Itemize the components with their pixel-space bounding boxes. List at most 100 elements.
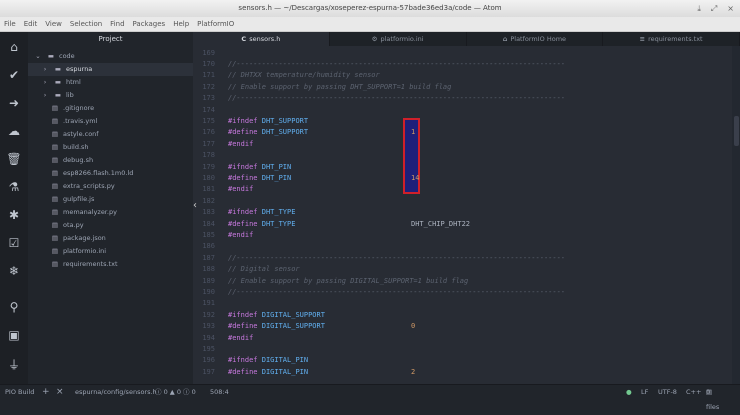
menu-help[interactable]: Help: [173, 17, 189, 31]
menu-view[interactable]: View: [45, 17, 62, 31]
tree-item[interactable]: ▤ extra_scripts.py: [28, 180, 193, 193]
tree-root-folder[interactable]: ⌄ ▬ code: [28, 50, 193, 63]
line-number: 189: [202, 276, 215, 285]
collapse-panel-icon[interactable]: ‹: [193, 200, 197, 211]
tree-item[interactable]: › ▬ lib: [28, 89, 193, 102]
code-line: 191: [193, 298, 740, 309]
terminal-icon[interactable]: ▣: [0, 328, 28, 342]
file-icon: ▤: [51, 247, 59, 255]
code-line: 194 #endif: [193, 333, 740, 344]
pio-build-button[interactable]: PIO Build: [5, 385, 34, 400]
cloud-upload-icon[interactable]: ☁: [0, 124, 28, 138]
line-number: 175: [202, 116, 215, 125]
macro-value: 1: [411, 128, 416, 137]
file-path[interactable]: espurna/config/sensors.h: [75, 385, 157, 400]
preprocessor-keyword: #define: [228, 367, 258, 376]
comment: //--------------------------------------…: [228, 94, 566, 103]
code-line: 196 #ifndef DIGITAL_PIN: [193, 355, 740, 366]
line-ending[interactable]: LF: [641, 385, 648, 400]
macro-name: DIGITAL_SUPPORT: [261, 310, 325, 319]
plug-icon[interactable]: ⏚: [0, 356, 28, 373]
search-icon[interactable]: ⚲: [0, 300, 28, 314]
line-number: 181: [202, 185, 215, 194]
comment: // DHTXX temperature/humidity sensor: [228, 71, 380, 80]
code-editor[interactable]: 169 170 //--------------------------------…: [193, 46, 740, 384]
cursor-position[interactable]: 508:4: [210, 385, 229, 400]
tree-item[interactable]: › ▬ html: [28, 76, 193, 89]
tree-item[interactable]: ▤ ota.py: [28, 219, 193, 232]
tab-icon: ⌂: [502, 35, 508, 43]
code-line: 186: [193, 241, 740, 252]
chevron-right-icon: ›: [43, 91, 47, 99]
file-icon: ▤: [51, 208, 59, 216]
tree-item[interactable]: ▤ .travis.yml: [28, 115, 193, 128]
maximize-button[interactable]: ⤢: [711, 0, 717, 17]
folder-icon: ▬: [54, 91, 62, 99]
tree-item[interactable]: ▤ debug.sh: [28, 154, 193, 167]
code-line: 178: [193, 150, 740, 161]
tree-item[interactable]: ▤ astyle.conf: [28, 128, 193, 141]
close-button[interactable]: ×: [727, 0, 734, 17]
arrow-right-icon[interactable]: ➜: [0, 96, 28, 110]
tree-item[interactable]: ▤ .gitignore: [28, 102, 193, 115]
menu-find[interactable]: Find: [110, 17, 124, 31]
file-icon: ▤: [51, 156, 59, 164]
diagnostics[interactable]: ⓘ 0 ▲ 0 ⓘ 0: [155, 385, 196, 400]
line-number: 171: [202, 71, 215, 80]
line-number: 188: [202, 265, 215, 274]
trash-icon[interactable]: 🗑: [0, 152, 28, 166]
line-number: 193: [202, 322, 215, 331]
tree-item[interactable]: ▤ memanalyzer.py: [28, 206, 193, 219]
menu-edit[interactable]: Edit: [24, 17, 38, 31]
tree-item[interactable]: ▤ gulpfile.js: [28, 193, 193, 206]
close-terminal-button[interactable]: ×: [56, 385, 64, 400]
line-number: 179: [202, 162, 215, 171]
checklist-icon[interactable]: ☑: [0, 236, 28, 250]
encoding[interactable]: UTF-8: [658, 385, 677, 400]
tree-item[interactable]: ▤ package.json: [28, 232, 193, 245]
tab-platformio-ini[interactable]: ⚙ platformio.ini: [330, 32, 467, 46]
tree-item[interactable]: › ▬ espurna: [28, 63, 193, 76]
window-title: sensors.h — ~/Descargas/xoseperez-espurn…: [238, 4, 502, 12]
comment: // Enable support by passing DHT_SUPPORT…: [228, 82, 452, 91]
chevron-right-icon: ›: [43, 65, 47, 73]
bug-icon[interactable]: ✱: [0, 208, 28, 222]
menu-platformio[interactable]: PlatformIO: [197, 17, 234, 31]
macro-name: DHT_TYPE: [261, 219, 296, 228]
minimize-button[interactable]: ⤓: [697, 0, 701, 17]
code-line: 193 #define DIGITAL_SUPPORT 0: [193, 321, 740, 332]
grammar[interactable]: C++: [686, 385, 701, 400]
chevron-down-icon: ⌄: [35, 52, 41, 60]
menu-selection[interactable]: Selection: [70, 17, 102, 31]
line-number: 184: [202, 219, 215, 228]
code-line: 182: [193, 196, 740, 207]
macro-name: DIGITAL_PIN: [261, 356, 309, 365]
menu-packages[interactable]: Packages: [133, 17, 166, 31]
tab-platformio-home[interactable]: ⌂ PlatformIO Home: [467, 32, 604, 46]
check-icon[interactable]: ✔: [0, 68, 28, 82]
tree-item[interactable]: ▤ platformio.ini: [28, 245, 193, 258]
menu-file[interactable]: File: [4, 17, 16, 31]
status-bar: PIO Build + × espurna/config/sensors.h ⓘ…: [0, 384, 740, 411]
line-number: 177: [202, 139, 215, 148]
preprocessor-keyword: #define: [228, 128, 258, 137]
add-terminal-button[interactable]: +: [42, 385, 50, 400]
tab-requirements-txt[interactable]: ≡ requirements.txt: [603, 32, 740, 46]
title-bar: sensors.h — ~/Descargas/xoseperez-espurn…: [0, 0, 740, 17]
tree-item[interactable]: ▤ requirements.txt: [28, 258, 193, 271]
preprocessor-keyword: #define: [228, 173, 258, 182]
flask-icon[interactable]: ⚗: [0, 180, 28, 194]
comment: //--------------------------------------…: [228, 59, 566, 68]
home-icon[interactable]: ⌂: [0, 40, 28, 54]
preprocessor-keyword: #ifndef: [228, 116, 258, 125]
file-icon: ▤: [51, 260, 59, 268]
line-number: 192: [202, 310, 215, 319]
network-icon[interactable]: ❄: [0, 264, 28, 278]
tree-item[interactable]: ▤ build.sh: [28, 141, 193, 154]
tab-label: sensors.h: [249, 35, 281, 43]
chevron-right-icon: ›: [43, 78, 47, 86]
tab-sensors-h[interactable]: Csensors.h: [193, 32, 330, 46]
tree-header: Project: [98, 35, 123, 43]
code-line: 185 #endif: [193, 230, 740, 241]
tree-item[interactable]: ▤ esp8266.flash.1m0.ld: [28, 167, 193, 180]
